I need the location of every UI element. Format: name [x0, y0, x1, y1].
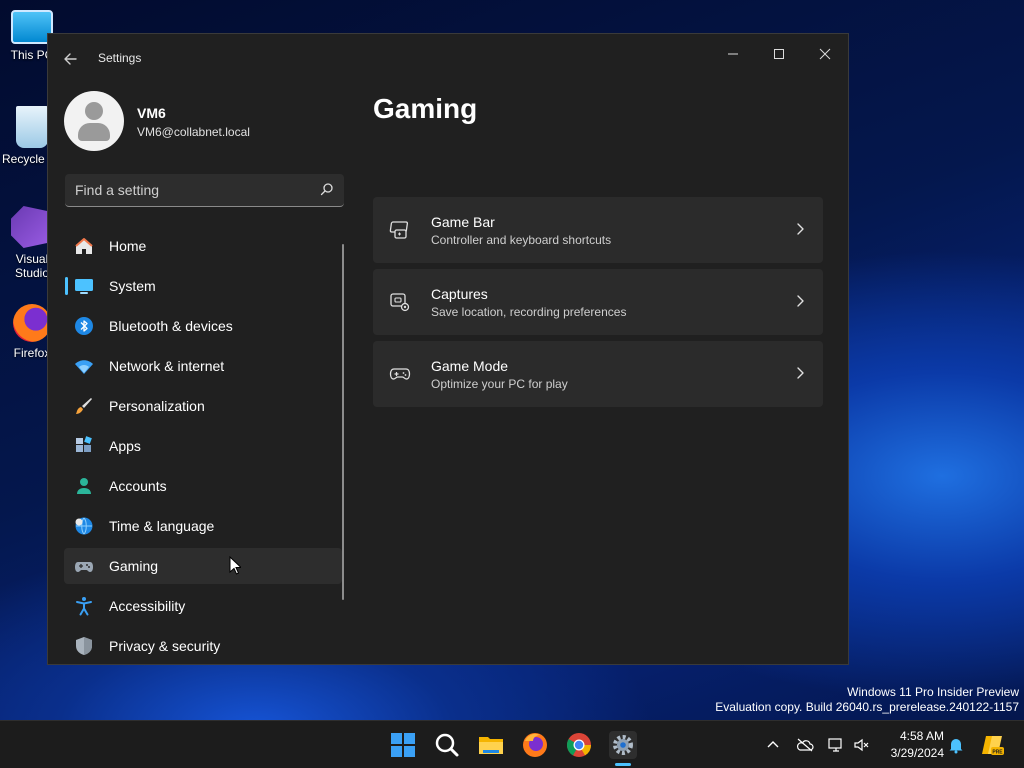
sidebar-item-personalization[interactable]: Personalization	[64, 388, 342, 424]
chevron-up-icon[interactable]	[764, 736, 782, 754]
sidebar-item-apps[interactable]: Apps	[64, 428, 342, 464]
apps-icon	[76, 436, 92, 452]
watermark-line-2: Evaluation copy. Build 26040.rs_prerelea…	[715, 700, 1019, 714]
card-subtitle: Controller and keyboard shortcuts	[431, 233, 612, 247]
brush-icon	[76, 398, 92, 414]
sidebar-item-label: Privacy & security	[109, 638, 221, 654]
sidebar-item-label: Bluetooth & devices	[109, 318, 233, 334]
sidebar-item-accounts[interactable]: Accounts	[64, 468, 342, 504]
active-app-indicator	[615, 763, 631, 766]
sidebar-item-label: System	[109, 278, 156, 294]
sidebar-item-accessibility[interactable]: Accessibility	[64, 588, 342, 624]
sidebar-item-label: Apps	[109, 438, 141, 454]
user-email: VM6@collabnet.local	[137, 125, 250, 139]
home-icon	[75, 238, 93, 254]
file-explorer-icon[interactable]	[477, 731, 505, 759]
watermark-line-1: Windows 11 Pro Insider Preview	[847, 685, 1019, 699]
sidebar-item-system[interactable]: System	[64, 268, 342, 304]
bluetooth-icon	[75, 317, 93, 335]
gamepad-icon	[75, 562, 93, 572]
volume-icon[interactable]	[853, 736, 871, 754]
card-subtitle: Save location, recording preferences	[431, 305, 627, 319]
back-arrow-icon	[64, 53, 77, 65]
settings-window: Settings VM6 VM6@collabnet.local Find a …	[47, 33, 849, 665]
copilot-icon: PRE	[982, 736, 1004, 755]
chevron-right-icon	[797, 223, 804, 235]
close-icon	[819, 48, 831, 60]
sidebar-scrollbar[interactable]	[342, 244, 344, 600]
minimize-icon	[728, 53, 738, 55]
sidebar-nav: Home System Bluetooth & devices Network …	[64, 228, 342, 668]
sidebar-item-gaming[interactable]: Gaming	[64, 548, 342, 584]
sidebar-item-label: Time & language	[109, 518, 215, 534]
card-captures[interactable]: Captures Save location, recording prefer…	[373, 269, 823, 335]
game-mode-icon	[389, 368, 411, 380]
wifi-icon	[75, 360, 93, 374]
sidebar-item-label: Accounts	[109, 478, 167, 494]
onedrive-icon[interactable]	[796, 736, 814, 754]
firefox-icon	[13, 304, 51, 342]
card-title: Game Mode	[431, 358, 509, 374]
search-icon[interactable]	[433, 731, 461, 759]
sidebar-item-label: Home	[109, 238, 147, 254]
avatar-body	[78, 123, 110, 141]
card-title: Game Bar	[431, 214, 495, 230]
card-subtitle: Optimize your PC for play	[431, 377, 568, 391]
pre-badge-label: PRE	[992, 749, 1003, 755]
title-bar: Settings	[48, 34, 848, 82]
clock-time[interactable]: 4:58 AM	[880, 729, 944, 743]
search-icon[interactable]	[320, 182, 334, 196]
evaluation-watermark: Windows 11 Pro Insider Preview Evaluatio…	[715, 685, 1019, 715]
shield-icon	[76, 637, 92, 655]
network-icon[interactable]	[827, 736, 845, 754]
card-title: Captures	[431, 286, 488, 302]
search-box[interactable]	[65, 174, 344, 207]
game-bar-icon	[389, 221, 409, 239]
globe-clock-icon	[75, 517, 93, 535]
card-game-bar[interactable]: Game Bar Controller and keyboard shortcu…	[373, 197, 823, 263]
chevron-right-icon	[797, 295, 804, 307]
chevron-right-icon	[797, 367, 804, 379]
system-icon	[75, 279, 93, 294]
maximize-icon	[774, 49, 784, 59]
user-name: VM6	[137, 105, 166, 121]
recycle-bin-icon	[16, 106, 48, 148]
notification-bell-icon[interactable]	[947, 736, 965, 754]
sidebar-item-label: Network & internet	[109, 358, 225, 374]
captures-icon	[390, 293, 410, 312]
sidebar-item-time-language[interactable]: Time & language	[64, 508, 342, 544]
firefox-icon[interactable]	[521, 731, 549, 759]
system-indicator-bar	[65, 277, 68, 295]
accounts-icon	[77, 478, 91, 494]
maximize-button[interactable]	[756, 40, 802, 70]
sidebar-item-privacy[interactable]: Privacy & security	[64, 628, 342, 664]
sidebar-item-label: Personalization	[109, 398, 205, 414]
avatar-head	[85, 102, 103, 120]
back-button[interactable]	[60, 48, 82, 70]
mouse-cursor-icon	[229, 556, 241, 575]
avatar[interactable]	[64, 91, 124, 151]
taskbar: 4:58 AM 3/29/2024 PRE	[0, 720, 1024, 768]
start-icon[interactable]	[389, 731, 417, 759]
sidebar-item-home[interactable]: Home	[64, 228, 342, 264]
minimize-button[interactable]	[710, 40, 756, 70]
sidebar-item-network[interactable]: Network & internet	[64, 348, 342, 384]
search-input[interactable]	[75, 181, 305, 199]
sidebar-item-label: Accessibility	[109, 598, 186, 614]
chrome-icon[interactable]	[565, 731, 593, 759]
app-title: Settings	[98, 51, 142, 65]
sidebar-item-label: Gaming	[109, 558, 159, 574]
card-game-mode[interactable]: Game Mode Optimize your PC for play	[373, 341, 823, 407]
sidebar-item-bluetooth[interactable]: Bluetooth & devices	[64, 308, 342, 344]
page-title: Gaming	[373, 93, 478, 124]
settings-icon[interactable]	[609, 731, 637, 759]
copilot-pre-button[interactable]: PRE	[980, 733, 1004, 757]
clock-date[interactable]: 3/29/2024	[880, 746, 944, 760]
accessibility-icon	[76, 597, 92, 616]
close-button[interactable]	[802, 40, 848, 70]
